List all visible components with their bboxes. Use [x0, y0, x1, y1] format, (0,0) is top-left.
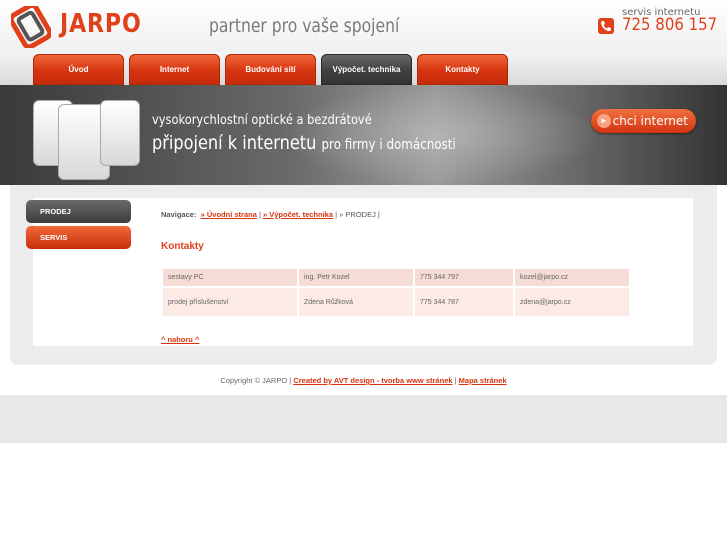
table-cell: prodej příslušenství	[163, 288, 297, 316]
tab-budovani-siti[interactable]: Budování sítí	[225, 54, 316, 85]
logo-text[interactable]: JARPO	[60, 9, 142, 39]
breadcrumb-link-uvod[interactable]: » Úvodní strana	[201, 210, 257, 219]
breadcrumb: Navigace: » Úvodní strana | » Výpočet. t…	[161, 210, 380, 219]
banner-headline: vysokorychlostní optické a bezdrátové	[152, 113, 372, 128]
device-image	[100, 100, 140, 166]
sitemap-link[interactable]: Mapa stránek	[459, 376, 507, 385]
table-cell[interactable]: zdena@jarpo.cz	[515, 288, 629, 316]
table-cell: ing. Petr Kozel	[299, 269, 413, 286]
footer: Copyright © JARPO | Created by AVT desig…	[0, 376, 727, 385]
back-to-top-link[interactable]: ^ nahoru ^	[161, 335, 199, 344]
tab-kontakty[interactable]: Kontakty	[417, 54, 508, 85]
bottom-band	[0, 395, 727, 443]
banner-line2-main: připojení k internetu	[152, 132, 317, 154]
sidebar-item-prodej[interactable]: PRODEJ	[26, 200, 131, 223]
phone-icon	[598, 18, 614, 34]
logo-icon[interactable]	[8, 2, 53, 50]
banner-line2-small: pro firmy i domácnosti	[321, 137, 456, 153]
table-cell[interactable]: kozel@jarpo.cz	[515, 269, 629, 286]
table-cell: sestavy PC	[163, 269, 297, 286]
copyright: Copyright © JARPO |	[220, 376, 292, 385]
tab-vypocet-technika[interactable]: Výpočet. technika	[321, 54, 412, 85]
sidebar-item-servis[interactable]: SERVIS	[26, 226, 131, 249]
slogan: partner pro vaše spojení	[209, 15, 400, 37]
table-cell: 775 344 797	[415, 269, 513, 286]
table-cell: Zdena Růžková	[299, 288, 413, 316]
footer-separator: |	[454, 376, 457, 385]
table-row: prodej příslušenství Zdena Růžková 775 3…	[163, 288, 629, 316]
tab-internet[interactable]: Internet	[129, 54, 220, 85]
breadcrumb-prefix: Navigace:	[161, 210, 197, 219]
page-title: Kontakty	[161, 241, 204, 252]
banner-subheadline: připojení k internetu pro firmy i domácn…	[152, 132, 456, 154]
arrow-right-icon: ►	[597, 114, 611, 128]
contacts-table: sestavy PC ing. Petr Kozel 775 344 797 k…	[161, 267, 631, 318]
created-by-link[interactable]: Created by AVT design - tvorba www strán…	[293, 376, 452, 385]
tab-uvod[interactable]: Úvod	[33, 54, 124, 85]
breadcrumb-current: » PRODEJ	[339, 210, 376, 219]
table-row: sestavy PC ing. Petr Kozel 775 344 797 k…	[163, 269, 629, 286]
phone-number: 725 806 157	[622, 15, 718, 35]
breadcrumb-link-vypocet[interactable]: » Výpočet. technika	[263, 210, 333, 219]
table-cell: 775 344 787	[415, 288, 513, 316]
